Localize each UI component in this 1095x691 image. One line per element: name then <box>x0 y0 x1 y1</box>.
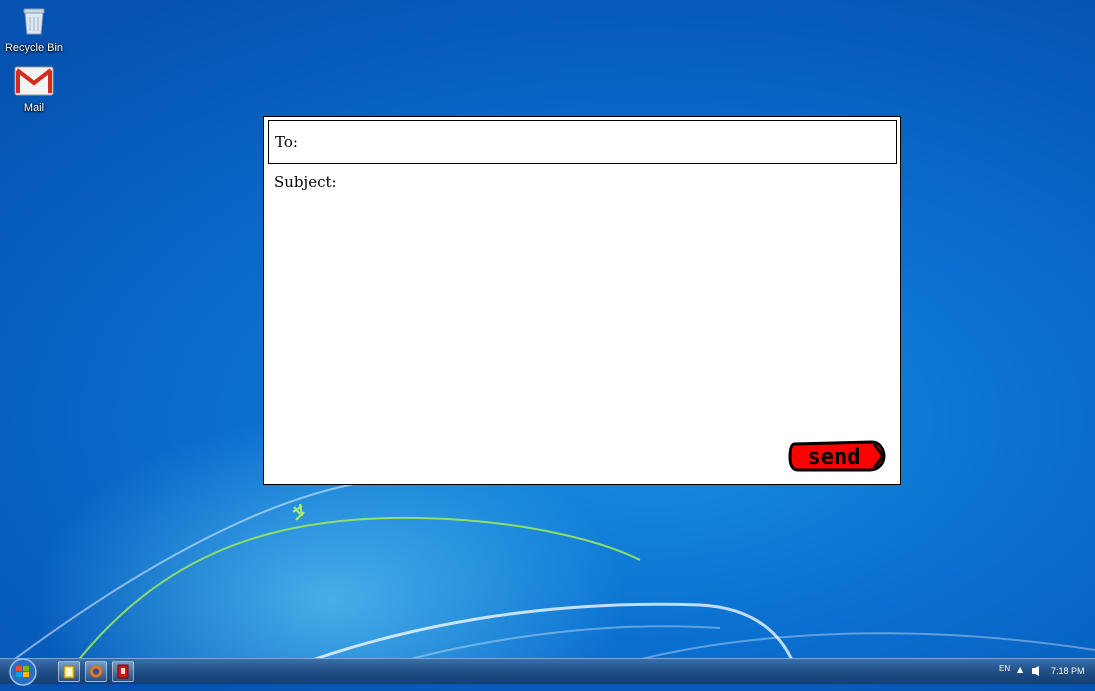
gmail-icon <box>14 66 54 96</box>
send-label: send <box>808 445 861 470</box>
to-field[interactable]: To: <box>268 120 897 164</box>
file-explorer-icon <box>63 665 75 679</box>
show-hidden-icons-icon[interactable]: ▲ <box>1017 665 1023 674</box>
windows-start-orb <box>9 658 37 686</box>
subject-label[interactable]: Subject: <box>274 173 337 191</box>
start-button[interactable] <box>3 657 43 686</box>
system-tray: EN ▲ 7:18 PM <box>995 659 1095 685</box>
recycle-bin-icon <box>23 8 45 35</box>
clock[interactable]: 7:18 PM <box>1051 666 1085 676</box>
desktop-icon-recycle-bin[interactable]: Recycle Bin <box>2 6 66 54</box>
firefox-icon <box>90 665 102 678</box>
compose-window: To: Subject: send <box>263 116 901 485</box>
taskbar-explorer-button[interactable] <box>58 661 80 682</box>
recycle-bin-label: Recycle Bin <box>4 42 64 54</box>
desktop-icon-mail[interactable]: Mail <box>2 66 66 114</box>
language-indicator[interactable]: EN <box>999 664 1010 673</box>
message-body[interactable] <box>272 197 892 437</box>
taskbar: EN ▲ 7:18 PM <box>0 657 1095 686</box>
app-icon-red <box>117 664 129 679</box>
mail-label: Mail <box>23 102 45 114</box>
network-icon[interactable] <box>1031 665 1041 677</box>
taskbar-app-button[interactable] <box>112 661 134 682</box>
send-button[interactable]: send <box>788 438 886 474</box>
to-label: To: <box>275 133 298 151</box>
taskbar-firefox-button[interactable] <box>85 661 107 682</box>
